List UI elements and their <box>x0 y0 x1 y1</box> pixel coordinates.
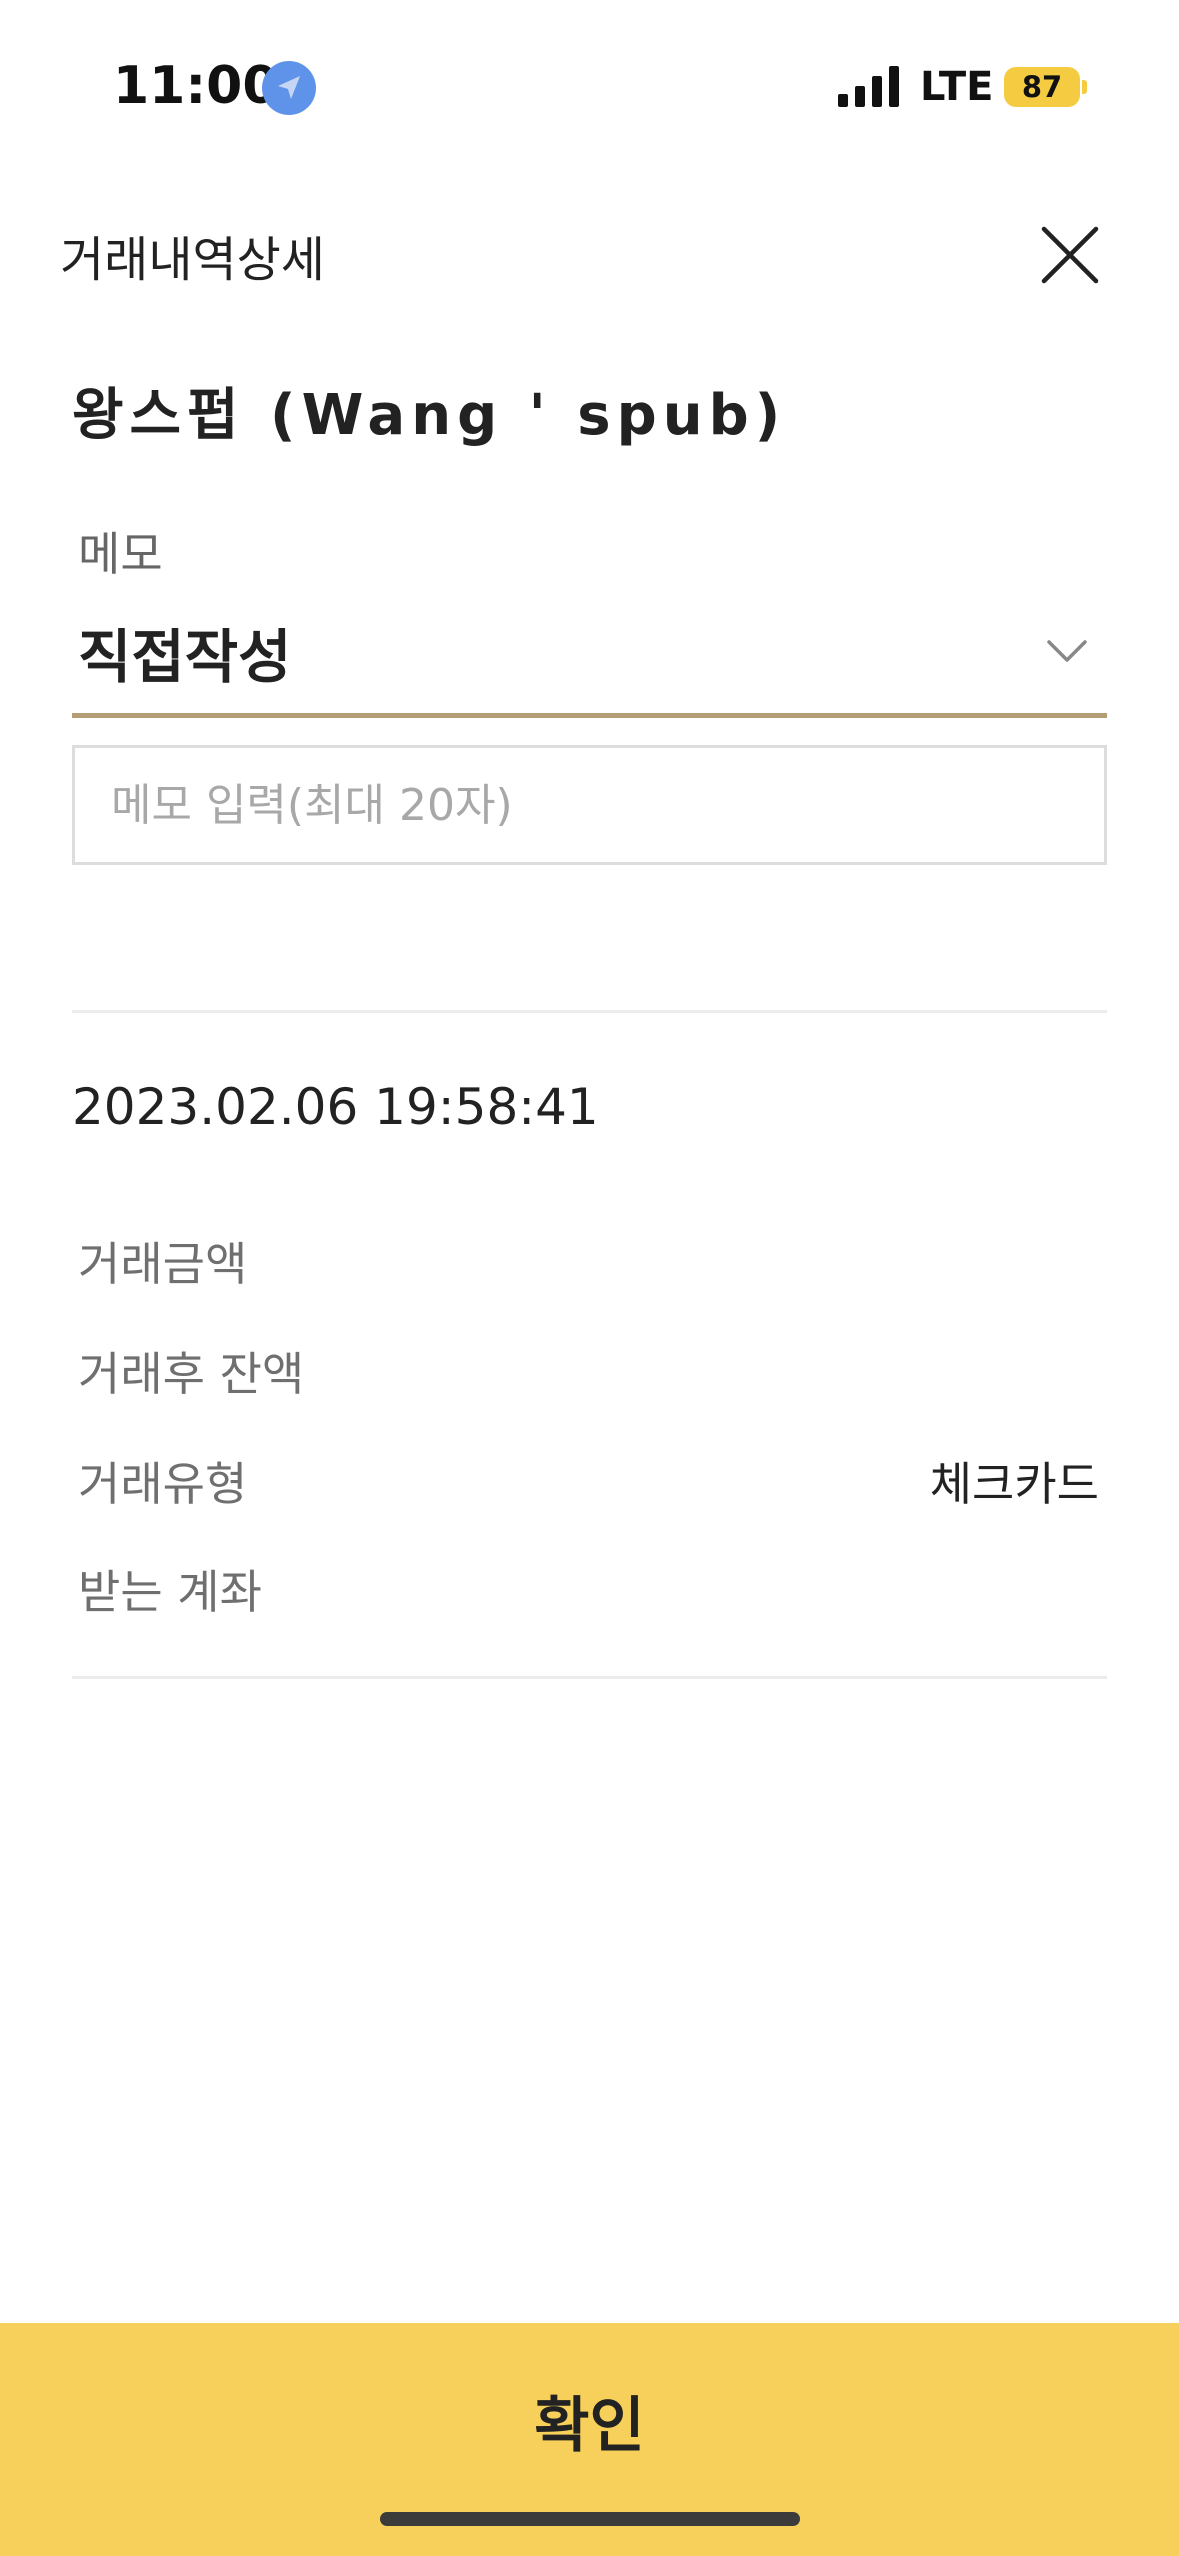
amount-label: 거래금액 <box>78 1237 248 1291</box>
status-bar: 11:00 LTE 87 <box>0 0 1179 170</box>
receiving-account-label: 받는 계좌 <box>78 1565 262 1619</box>
location-arrow-icon <box>262 61 316 115</box>
transaction-type-value: 체크카드 <box>929 1457 1099 1511</box>
chevron-down-icon <box>1047 640 1087 662</box>
cellular-signal-icon <box>838 66 899 107</box>
page-title: 거래내역상세 <box>60 232 325 288</box>
confirm-button-label: 확인 <box>534 2391 645 2461</box>
battery-icon: 87 <box>1004 67 1080 107</box>
memo-type-selected: 직접작성 <box>78 623 292 691</box>
memo-input[interactable] <box>72 745 1107 865</box>
network-type-label: LTE <box>920 64 994 110</box>
section-divider <box>72 1676 1107 1679</box>
memo-type-dropdown[interactable]: 직접작성 <box>72 600 1107 718</box>
transaction-type-label: 거래유형 <box>78 1457 248 1511</box>
balance-after-label: 거래후 잔액 <box>78 1347 305 1401</box>
battery-cap <box>1082 80 1087 94</box>
section-divider <box>72 1010 1107 1013</box>
battery-level: 87 <box>1021 70 1063 104</box>
transaction-datetime: 2023.02.06 19:58:41 <box>72 1078 599 1136</box>
status-time: 11:00 <box>113 56 279 116</box>
home-indicator <box>380 2512 800 2526</box>
close-button[interactable] <box>1030 215 1110 295</box>
merchant-name: 왕스펍 (Wang ' spub) <box>72 383 787 448</box>
close-icon <box>1041 226 1099 284</box>
memo-label: 메모 <box>78 527 163 581</box>
